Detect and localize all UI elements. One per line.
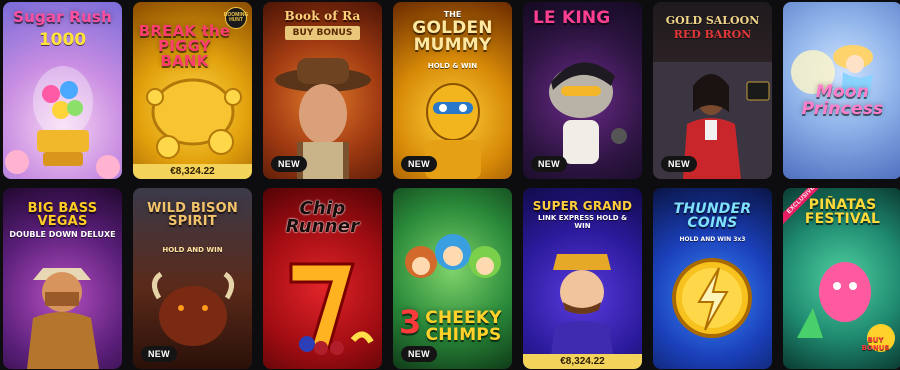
new-badge: NEW [531,156,567,172]
game-title: BIG BASS VEGAS [27,201,98,229]
game-subtitle: 1000 [38,30,87,50]
game-tile-book-of-ra[interactable]: Book of Ra BUY BONUS NEW [263,2,382,179]
game-title: CHEEKY CHIMPS [425,308,502,345]
game-tile-big-bass-vegas[interactable]: BIG BASS VEGAS DOUBLE DOWN DELUXE [3,188,122,369]
game-tile-gold-saloon-red-baron[interactable]: GOLD SALOON RED BARON NEW [653,2,772,179]
game-subtitle: HOLD & WIN [427,62,478,70]
game-tile-super-grand[interactable]: SUPER GRAND LINK EXPRESS HOLD & WIN €8,3… [523,188,642,369]
game-tile-golden-mummy[interactable]: THE GOLDEN MUMMY HOLD & WIN NEW [393,2,512,179]
game-title: GOLDEN MUMMY [412,18,493,55]
game-title: BREAK the PIGGY BANK [138,22,231,70]
game-tile-wild-bison-spirit[interactable]: WILD BISON SPIRIT HOLD AND WIN NEW [133,188,252,369]
game-subtitle: RED BARON [673,28,752,41]
game-tile-sugar-rush[interactable]: Sugar Rush 1000 [3,2,122,179]
game-tile-break-the-piggy-bank[interactable]: BOOMING HUNT BREAK the PIGGY BANK €8,324… [133,2,252,179]
game-subtitle: DOUBLE DOWN DELUXE [9,230,116,239]
new-badge: NEW [271,156,307,172]
game-tile-moon-princess[interactable]: Moon Princess [783,2,900,179]
jackpot-amount: €8,324.22 [133,164,252,179]
game-art [3,2,122,179]
game-title: LE KING [533,8,611,28]
game-subtitle: BUY BONUS [285,26,360,40]
game-subtitle: HOLD AND WIN [162,246,223,254]
new-badge: NEW [401,156,437,172]
game-title: Moon Princess [801,82,884,119]
new-badge: NEW [141,346,177,362]
new-badge: NEW [401,346,437,362]
game-title: THUNDER COINS [673,201,752,231]
game-title: WILD BISON SPIRIT [147,201,238,229]
game-tile-chip-runner[interactable]: Chip Runner [263,188,382,369]
game-tile-3-cheeky-chimps[interactable]: 3 CHEEKY CHIMPS NEW [393,188,512,369]
new-badge: NEW [661,156,697,172]
jackpot-amount: €8,324.22 [523,354,642,369]
game-subtitle: LINK EXPRESS HOLD & WIN [537,214,628,230]
game-title: PIÑATAS FESTIVAL [804,197,881,227]
buy-bonus-badge: BUY BONUS [861,336,890,352]
game-title: SUPER GRAND [532,199,633,213]
game-tile-pinatas-festival[interactable]: EXCLUSIVE PIÑATAS FESTIVAL BUY BONUS [783,188,900,369]
game-tile-le-king[interactable]: LE KING NEW [523,2,642,179]
game-art [523,2,642,179]
game-title: Chip Runner [285,198,360,237]
game-title: Sugar Rush [13,8,112,26]
games-grid: Sugar Rush 1000 BOOMING HUNT BREAK the P… [0,0,900,369]
game-tile-thunder-coins[interactable]: THUNDER COINS HOLD AND WIN 3x3 [653,188,772,369]
game-title: Book of Ra [284,9,361,23]
game-title: GOLD SALOON [665,14,760,27]
game-subtitle: HOLD AND WIN 3x3 [679,236,746,243]
